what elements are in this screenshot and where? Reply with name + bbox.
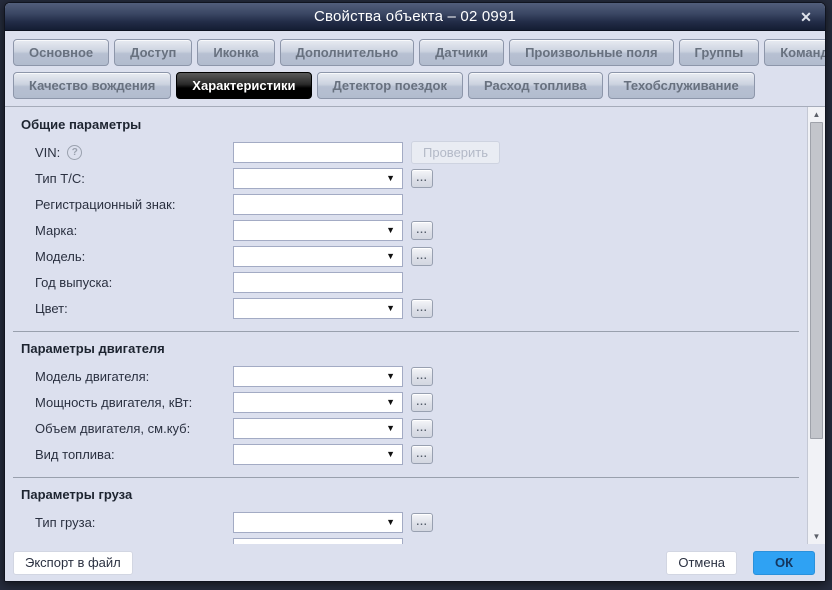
chevron-down-icon: ▼ xyxy=(386,174,395,183)
row-cargo-type: Тип груза: ▼ ... xyxy=(21,509,799,535)
row-engine-volume: Объем двигателя, см.куб: ▼ ... xyxy=(21,415,799,441)
row-carrying-capacity: Грузоподъемность, т: xyxy=(21,535,799,544)
tabs-area: Основное Доступ Иконка Дополнительно Дат… xyxy=(5,31,825,106)
tab-row-1: Основное Доступ Иконка Дополнительно Дат… xyxy=(13,39,819,66)
row-reg-plate: Регистрационный знак: xyxy=(21,191,799,217)
fuel-type-combo[interactable]: ▼ xyxy=(233,444,403,465)
row-fuel-type: Вид топлива: ▼ ... xyxy=(21,441,799,467)
vin-check-button[interactable]: Проверить xyxy=(411,141,500,164)
dialog-title: Свойства объекта – 02 0991 xyxy=(314,8,516,25)
tab-advanced[interactable]: Дополнительно xyxy=(280,39,415,66)
form: Общие параметры VIN: ? Проверить Тип Т/С… xyxy=(5,107,807,544)
section-title-general: Общие параметры xyxy=(21,117,799,132)
engine-model-label: Модель двигателя: xyxy=(21,369,233,384)
engine-model-combo[interactable]: ▼ xyxy=(233,366,403,387)
vehicle-type-label: Тип Т/С: xyxy=(21,171,233,186)
section-divider xyxy=(13,477,799,478)
row-vin: VIN: ? Проверить xyxy=(21,139,799,165)
cargo-type-combo[interactable]: ▼ xyxy=(233,512,403,533)
vehicle-type-dots-button[interactable]: ... xyxy=(411,169,433,188)
tab-custom-fields[interactable]: Произвольные поля xyxy=(509,39,673,66)
year-input[interactable] xyxy=(233,272,403,293)
tab-icon[interactable]: Иконка xyxy=(197,39,274,66)
tab-trip-detector[interactable]: Детектор поездок xyxy=(317,72,463,99)
tab-commands[interactable]: Команды xyxy=(764,39,826,66)
chevron-down-icon: ▼ xyxy=(386,398,395,407)
tab-driving-quality[interactable]: Качество вождения xyxy=(13,72,171,99)
chevron-down-icon: ▼ xyxy=(386,372,395,381)
color-combo[interactable]: ▼ xyxy=(233,298,403,319)
titlebar: Свойства объекта – 02 0991 ✕ xyxy=(5,3,825,31)
engine-power-dots-button[interactable]: ... xyxy=(411,393,433,412)
chevron-down-icon: ▼ xyxy=(386,304,395,313)
tab-sensors[interactable]: Датчики xyxy=(419,39,504,66)
color-dots-button[interactable]: ... xyxy=(411,299,433,318)
ok-button[interactable]: ОК xyxy=(753,551,815,575)
brand-label: Марка: xyxy=(21,223,233,238)
brand-combo[interactable]: ▼ xyxy=(233,220,403,241)
model-combo[interactable]: ▼ xyxy=(233,246,403,267)
tab-access[interactable]: Доступ xyxy=(114,39,192,66)
color-label: Цвет: xyxy=(21,301,233,316)
chevron-down-icon: ▼ xyxy=(386,424,395,433)
model-label: Модель: xyxy=(21,249,233,264)
year-label: Год выпуска: xyxy=(21,275,233,290)
chevron-down-icon: ▼ xyxy=(386,252,395,261)
scrollbar-thumb[interactable] xyxy=(810,122,823,439)
chevron-down-icon: ▼ xyxy=(386,226,395,235)
engine-power-combo[interactable]: ▼ xyxy=(233,392,403,413)
tab-row-2: Качество вождения Характеристики Детекто… xyxy=(13,72,819,99)
properties-dialog: Свойства объекта – 02 0991 ✕ Основное До… xyxy=(4,2,826,582)
chevron-down-icon: ▼ xyxy=(386,518,395,527)
brand-dots-button[interactable]: ... xyxy=(411,221,433,240)
cargo-type-label: Тип груза: xyxy=(21,515,233,530)
section-divider xyxy=(13,331,799,332)
scroll-up-icon[interactable]: ▲ xyxy=(808,107,825,122)
engine-model-dots-button[interactable]: ... xyxy=(411,367,433,386)
row-brand: Марка: ▼ ... xyxy=(21,217,799,243)
content-area: Общие параметры VIN: ? Проверить Тип Т/С… xyxy=(5,106,825,544)
close-icon[interactable]: ✕ xyxy=(797,8,815,26)
chevron-down-icon: ▼ xyxy=(386,450,395,459)
section-title-engine: Параметры двигателя xyxy=(21,341,799,356)
scrollbar-track[interactable] xyxy=(808,122,825,529)
tab-characteristics[interactable]: Характеристики xyxy=(176,72,311,99)
tab-fuel-consumption[interactable]: Расход топлива xyxy=(468,72,603,99)
reg-plate-label: Регистрационный знак: xyxy=(21,197,233,212)
reg-plate-input[interactable] xyxy=(233,194,403,215)
footer: Экспорт в файл Отмена ОК xyxy=(5,544,825,581)
export-button[interactable]: Экспорт в файл xyxy=(13,551,133,575)
engine-volume-label: Объем двигателя, см.куб: xyxy=(21,421,233,436)
scroll-down-icon[interactable]: ▼ xyxy=(808,529,825,544)
row-year: Год выпуска: xyxy=(21,269,799,295)
cargo-type-dots-button[interactable]: ... xyxy=(411,513,433,532)
engine-power-label: Мощность двигателя, кВт: xyxy=(21,395,233,410)
vin-label: VIN: ? xyxy=(21,145,233,160)
vehicle-type-combo[interactable]: ▼ xyxy=(233,168,403,189)
engine-volume-dots-button[interactable]: ... xyxy=(411,419,433,438)
row-engine-power: Мощность двигателя, кВт: ▼ ... xyxy=(21,389,799,415)
row-color: Цвет: ▼ ... xyxy=(21,295,799,321)
vertical-scrollbar[interactable]: ▲ ▼ xyxy=(807,107,825,544)
engine-volume-combo[interactable]: ▼ xyxy=(233,418,403,439)
tab-groups[interactable]: Группы xyxy=(679,39,760,66)
vin-input[interactable] xyxy=(233,142,403,163)
tab-maintenance[interactable]: Техобслуживание xyxy=(608,72,755,99)
section-title-cargo: Параметры груза xyxy=(21,487,799,502)
row-model: Модель: ▼ ... xyxy=(21,243,799,269)
fuel-type-label: Вид топлива: xyxy=(21,447,233,462)
fuel-type-dots-button[interactable]: ... xyxy=(411,445,433,464)
tab-main[interactable]: Основное xyxy=(13,39,109,66)
row-engine-model: Модель двигателя: ▼ ... xyxy=(21,363,799,389)
model-dots-button[interactable]: ... xyxy=(411,247,433,266)
help-icon[interactable]: ? xyxy=(67,145,82,160)
row-vehicle-type: Тип Т/С: ▼ ... xyxy=(21,165,799,191)
cancel-button[interactable]: Отмена xyxy=(666,551,737,575)
